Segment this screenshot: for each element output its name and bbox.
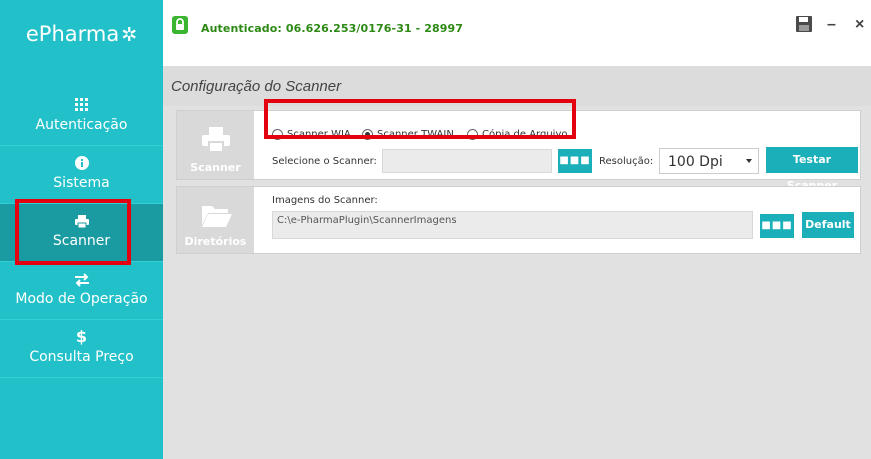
chevron-down-icon [746, 159, 752, 163]
resolution-value: 100 Dpi [668, 154, 723, 170]
scanner-type-highlight-box [264, 99, 576, 139]
scanner-panel-label: Scanner [190, 161, 241, 174]
page-title: Configuração do Scanner [171, 78, 342, 95]
resolution-select[interactable]: 100 Dpi [659, 148, 759, 174]
sidebar-item-label: Sistema [53, 175, 110, 191]
images-path-field[interactable]: C:\e-PharmaPlugin\ScannerImagens [272, 211, 753, 239]
default-button[interactable]: Default [802, 212, 854, 238]
lock-icon [172, 16, 188, 34]
close-icon[interactable]: × [855, 16, 864, 34]
grid-icon [0, 94, 163, 116]
sidebar-item-label: Consulta Preço [29, 349, 134, 365]
directories-panel-side: Diretórios [177, 187, 254, 253]
folder-icon [202, 203, 232, 232]
printer-icon [202, 127, 230, 158]
main-content: Configuração do Scanner Scanner Scanner … [163, 66, 871, 459]
directories-panel-label: Diretórios [184, 235, 247, 248]
app-logo: ePharma ✲ [0, 22, 163, 46]
directories-panel: Diretórios Imagens do Scanner: C:\e-Phar… [176, 186, 861, 254]
sidebar-item-sistema[interactable]: Sistema [0, 146, 163, 204]
sidebar-item-label: Autenticação [35, 117, 128, 133]
test-scanner-button[interactable]: Testar Scanner [766, 147, 858, 192]
browse-directory-button[interactable]: ■■■ [760, 214, 794, 238]
sidebar-item-autenticacao[interactable]: Autenticação [0, 88, 163, 146]
logo-text: ePharma [25, 22, 120, 46]
scanner-select-field[interactable] [382, 149, 552, 173]
minimize-icon[interactable]: – [827, 16, 836, 34]
sidebar-item-label: Modo de Operação [15, 291, 148, 307]
images-label: Imagens do Scanner: [272, 195, 378, 206]
save-icon[interactable] [796, 16, 812, 32]
swap-icon [0, 268, 163, 290]
auth-status: Autenticado: 06.626.253/0176-31 - 28997 [201, 22, 464, 35]
info-icon [0, 152, 163, 174]
sidebar-item-modo-de-operacao[interactable]: Modo de Operação [0, 262, 163, 320]
sidebar: ePharma ✲ Autenticação Sistema Scanner M… [0, 0, 163, 459]
images-path-value: C:\e-PharmaPlugin\ScannerImagens [277, 215, 457, 226]
header: Autenticado: 06.626.253/0176-31 - 28997 … [163, 0, 871, 66]
sidebar-item-consulta-preco[interactable]: $ Consulta Preço [0, 320, 163, 378]
logo-star-icon: ✲ [121, 24, 138, 46]
scanner-highlight-box [15, 199, 131, 265]
resolution-label: Resolução: [599, 156, 654, 167]
dollar-icon: $ [75, 327, 88, 346]
scanner-panel-side: Scanner [177, 111, 254, 179]
browse-scanner-button[interactable]: ■■■ [558, 149, 592, 173]
select-scanner-label: Selecione o Scanner: [272, 156, 377, 167]
